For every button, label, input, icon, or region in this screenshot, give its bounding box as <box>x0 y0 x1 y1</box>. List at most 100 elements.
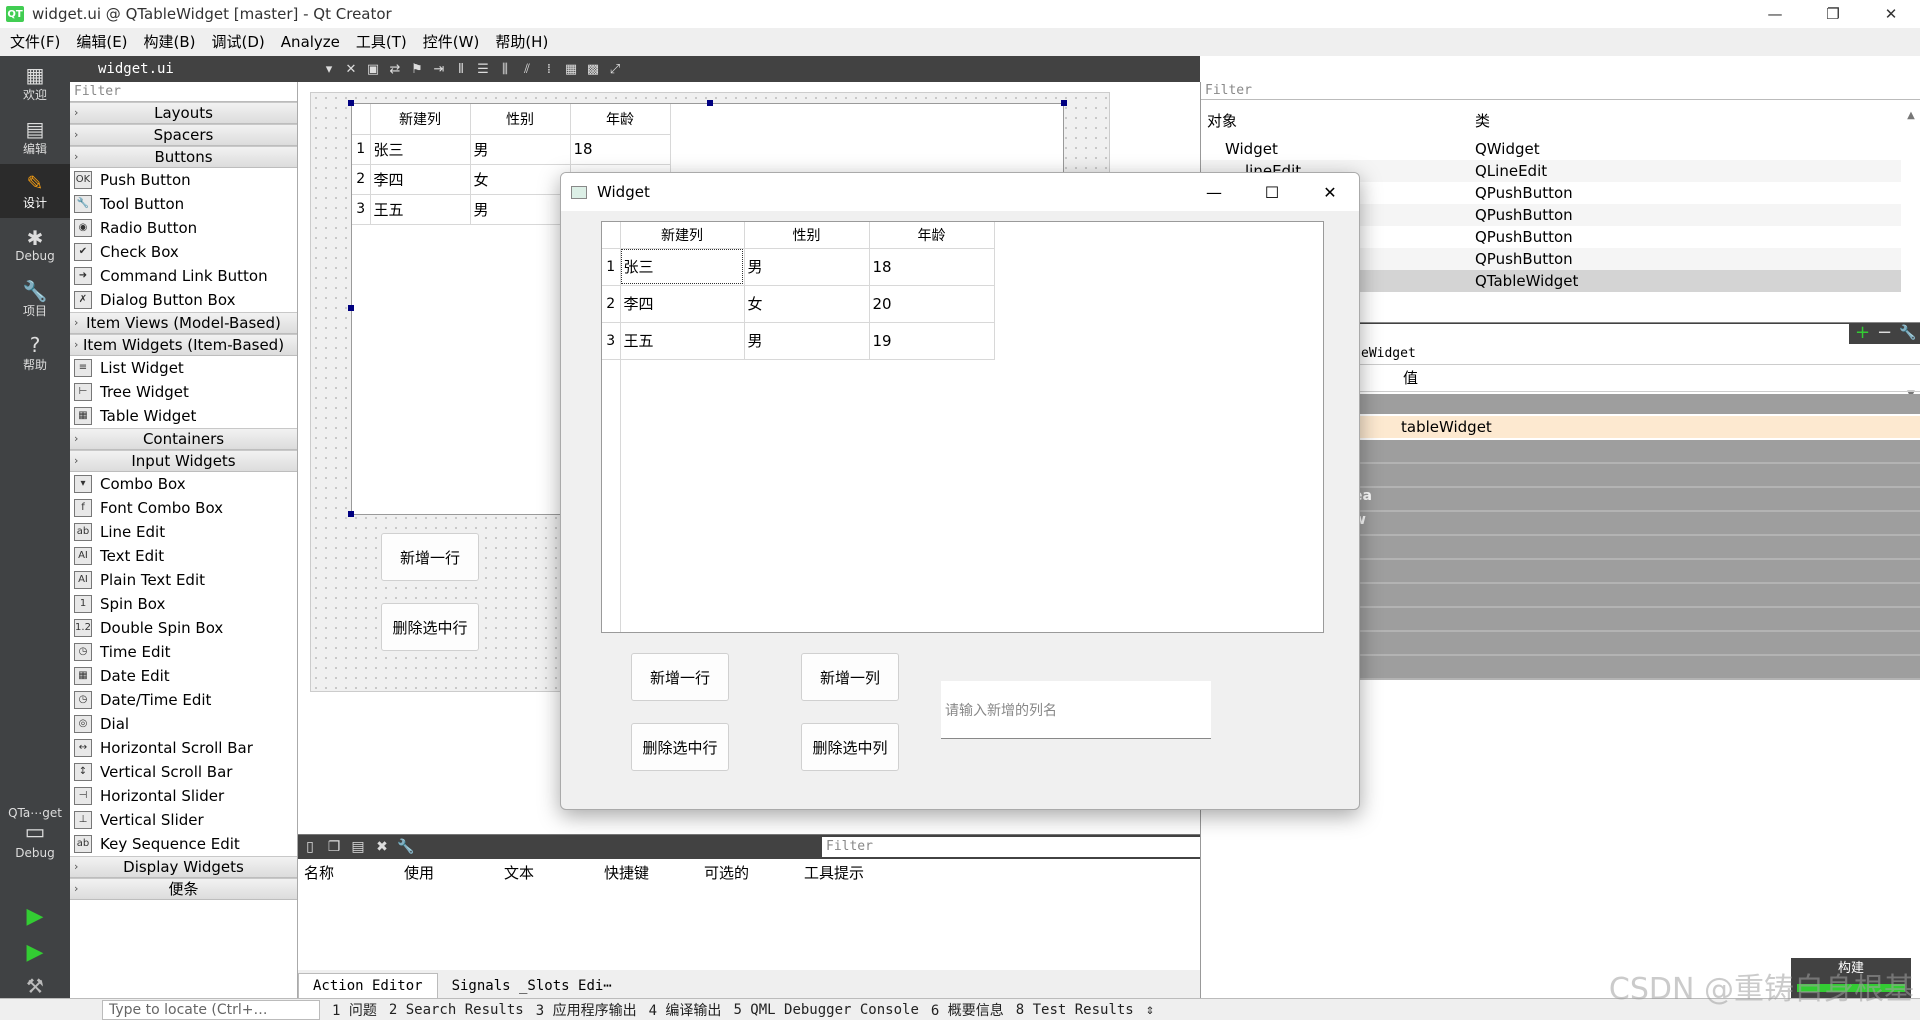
widget-category[interactable]: › Spacers <box>70 124 297 146</box>
column-header[interactable]: 对象 <box>1201 110 1469 131</box>
mode-projects[interactable]: 🔧 项目 <box>0 272 70 326</box>
table-row[interactable]: 3 王五 男 19 <box>602 322 995 360</box>
split-h-icon[interactable]: ⫼ <box>494 62 516 77</box>
dialog-minimize-button[interactable]: — <box>1185 173 1243 211</box>
table-cell[interactable]: 18 <box>869 248 995 286</box>
paste-action-icon[interactable]: ▤ <box>346 839 370 855</box>
selection-handle[interactable] <box>348 305 354 311</box>
column-header[interactable]: 新建列 <box>370 104 471 135</box>
locator-input[interactable]: Type to locate (Ctrl+… <box>102 999 320 1020</box>
column-header[interactable]: 年龄 <box>570 104 671 135</box>
widget-item[interactable]: ➜ Command Link Button <box>70 264 297 288</box>
menu-help[interactable]: 帮助(H) <box>487 28 556 56</box>
output-tab-compile[interactable]: 4 编译输出 <box>649 1000 722 1020</box>
output-tab-issues[interactable]: 1 问题 <box>332 1000 377 1020</box>
column-header[interactable]: 性别 <box>470 104 571 135</box>
table-cell[interactable]: 男 <box>744 248 870 286</box>
copy-action-icon[interactable]: ❐ <box>322 839 346 855</box>
column-header[interactable]: 工具提示 <box>798 862 898 883</box>
table-row[interactable]: 2 李四 女 20 <box>602 285 995 323</box>
edit-buddies-icon[interactable]: ⚑ <box>406 62 428 77</box>
table-cell[interactable]: 男 <box>470 194 571 225</box>
table-cell[interactable]: 李四 <box>370 164 471 195</box>
widget-item[interactable]: ab Key Sequence Edit <box>70 832 297 856</box>
delete-row-button[interactable]: 删除选中行 <box>631 723 729 771</box>
widget-item[interactable]: ab Line Edit <box>70 520 297 544</box>
widget-item[interactable]: ◷ Time Edit <box>70 640 297 664</box>
add-column-button[interactable]: 新增一列 <box>801 653 899 701</box>
selection-handle[interactable] <box>348 511 354 517</box>
split-v-icon[interactable]: ⫽ <box>516 62 538 77</box>
selection-handle[interactable] <box>1061 100 1067 106</box>
edit-taborder-icon[interactable]: ⇥ <box>428 62 450 77</box>
table-cell[interactable]: 20 <box>869 285 995 323</box>
object-filter[interactable]: Filter <box>1201 82 1920 100</box>
widget-item[interactable]: 1 Spin Box <box>70 592 297 616</box>
add-property-icon[interactable]: + <box>1855 323 1870 343</box>
table-cell[interactable]: 19 <box>869 322 995 360</box>
widget-item[interactable]: ▦ Table Widget <box>70 404 297 428</box>
widget-category[interactable]: › Layouts <box>70 102 297 124</box>
widget-item[interactable]: 1.2 Double Spin Box <box>70 616 297 640</box>
editor-tab-file[interactable]: widget.ui <box>98 61 318 77</box>
new-action-icon[interactable]: ▯ <box>298 839 322 855</box>
form-delete-row-button[interactable]: 删除选中行 <box>381 603 479 651</box>
menu-widgets[interactable]: 控件(W) <box>415 28 488 56</box>
menu-tools[interactable]: 工具(T) <box>348 28 415 56</box>
table-cell[interactable]: 张三 <box>370 134 471 165</box>
table-cell[interactable]: 男 <box>470 134 571 165</box>
layout-form-icon[interactable]: ⁞ <box>538 62 560 77</box>
more-tabs-icon[interactable]: ⇕ <box>1146 1002 1154 1018</box>
widget-item[interactable]: ✔ Check Box <box>70 240 297 264</box>
output-tab-tests[interactable]: 8 Test Results <box>1016 1002 1134 1018</box>
table-cell[interactable]: 王五 <box>620 322 745 360</box>
kit-selector[interactable]: QTa⋯get ▭ Debug <box>0 806 70 860</box>
configure-icon[interactable]: 🔧 <box>1899 323 1916 343</box>
widget-item[interactable]: ↔ Horizontal Scroll Bar <box>70 736 297 760</box>
edit-signals-icon[interactable]: ⇄ <box>384 62 406 77</box>
column-header[interactable]: 可选的 <box>698 862 798 883</box>
dialog-maximize-button[interactable]: ☐ <box>1243 173 1301 211</box>
table-cell[interactable]: 男 <box>744 322 870 360</box>
widget-item[interactable]: ⊢ Tree Widget <box>70 380 297 404</box>
column-header[interactable]: 年龄 <box>869 222 995 249</box>
table-cell[interactable]: 18 <box>570 134 671 165</box>
widget-item[interactable]: 🔧 Tool Button <box>70 192 297 216</box>
tab-action-editor[interactable]: Action Editor <box>298 973 438 998</box>
close-doc-icon[interactable]: ✕ <box>340 62 362 77</box>
column-header[interactable]: 新建列 <box>620 222 745 249</box>
menu-file[interactable]: 文件(F) <box>2 28 68 56</box>
widget-category[interactable]: › Display Widgets <box>70 856 297 878</box>
column-header[interactable]: 文本 <box>498 862 598 883</box>
layout-h-icon[interactable]: ⦀ <box>450 62 472 77</box>
widget-item[interactable]: ✗ Dialog Button Box <box>70 288 297 312</box>
table-cell[interactable]: 李四 <box>620 285 745 323</box>
widget-category[interactable]: › Containers <box>70 428 297 450</box>
output-tab-qml-debugger[interactable]: 5 QML Debugger Console <box>733 1002 918 1018</box>
column-name-input[interactable]: 请输入新增的列名 <box>941 681 1211 739</box>
minimize-button[interactable]: — <box>1746 0 1804 28</box>
adjust-size-icon[interactable]: ⤢ <box>604 62 626 77</box>
widget-item[interactable]: OK Push Button <box>70 168 297 192</box>
column-header[interactable]: 名称 <box>298 862 398 883</box>
table-cell[interactable]: 女 <box>744 285 870 323</box>
column-header[interactable]: 类 <box>1469 110 1490 131</box>
dialog-table-widget[interactable]: 新建列 性别 年龄 1 张三 男 18 2 李四 女 20 3 王五 男 19 <box>601 221 1324 633</box>
widget-item[interactable]: f Font Combo Box <box>70 496 297 520</box>
output-tab-search[interactable]: 2 Search Results <box>389 1002 524 1018</box>
widget-item[interactable]: ⊥ Vertical Slider <box>70 808 297 832</box>
debug-run-button[interactable]: ▶ <box>0 940 70 965</box>
table-row[interactable]: 1 张三 男 18 <box>352 134 671 165</box>
widget-category[interactable]: › Item Widgets (Item-Based) <box>70 334 297 356</box>
mode-design[interactable]: ✎ 设计 <box>0 164 70 218</box>
delete-column-button[interactable]: 删除选中列 <box>801 723 899 771</box>
widget-category[interactable]: › Item Views (Model-Based) <box>70 312 297 334</box>
widget-item[interactable]: ◉ Radio Button <box>70 216 297 240</box>
widget-item[interactable]: ◎ Dial <box>70 712 297 736</box>
table-cell[interactable]: 张三 <box>620 248 745 286</box>
menu-build[interactable]: 构建(B) <box>136 28 204 56</box>
action-filter[interactable]: Filter <box>822 837 1200 857</box>
layout-grid-icon[interactable]: ▦ <box>560 62 582 77</box>
widget-box-filter[interactable]: Filter <box>70 82 297 102</box>
menu-analyze[interactable]: Analyze <box>273 28 348 56</box>
